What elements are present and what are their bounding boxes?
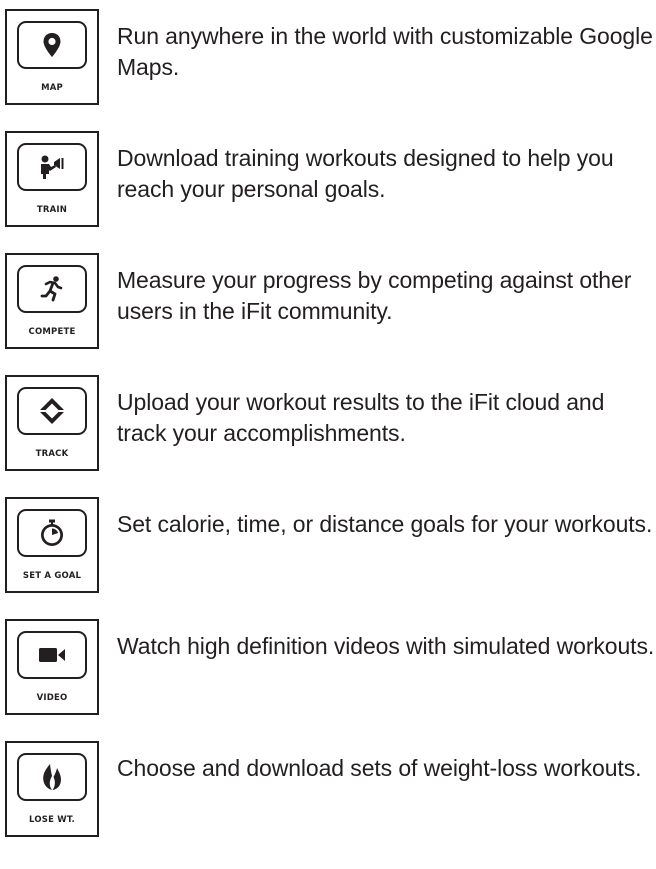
video-key[interactable]: VIDEO xyxy=(5,619,99,715)
video-key-button[interactable] xyxy=(17,631,87,679)
set-a-goal-key-label: SET A GOAL xyxy=(22,571,82,581)
set-a-goal-key[interactable]: SET A GOAL xyxy=(5,497,99,593)
track-key[interactable]: TRACK xyxy=(5,375,99,471)
map-key-button[interactable] xyxy=(17,21,87,69)
map-key-label: MAP xyxy=(41,83,63,93)
compete-key-button[interactable] xyxy=(17,265,87,313)
video-description: Watch high definition videos with simula… xyxy=(117,633,655,659)
map-key[interactable]: MAP xyxy=(5,9,99,105)
set-a-goal-key-button[interactable] xyxy=(17,509,87,557)
runner-icon xyxy=(40,276,63,302)
train-key-label: TRAIN xyxy=(36,205,68,215)
video-key-label: VIDEO xyxy=(36,693,68,703)
feature-set-a-goal: SET A GOAL Set calorie, time, or distanc… xyxy=(0,497,656,607)
trainer-megaphone-icon xyxy=(41,155,64,179)
train-key-button[interactable] xyxy=(17,143,87,191)
sync-arrows-icon xyxy=(40,398,64,424)
feature-track: TRACK Upload your workout results to the… xyxy=(0,375,656,485)
set-a-goal-description: Set calorie, time, or distance goals for… xyxy=(117,511,653,537)
stopwatch-icon xyxy=(41,519,63,546)
feature-map: MAP Run anywhere in the world with custo… xyxy=(0,9,656,119)
compete-description: Measure your progress by competing again… xyxy=(117,267,632,324)
feature-compete: COMPETE Measure your progress by competi… xyxy=(0,253,656,363)
feature-train: TRAIN Download training workouts designe… xyxy=(0,131,656,241)
train-description: Download training workouts designed to h… xyxy=(117,145,614,202)
compete-key[interactable]: COMPETE xyxy=(5,253,99,349)
flame-icon xyxy=(43,764,61,790)
track-description: Upload your workout results to the iFit … xyxy=(117,389,605,446)
feature-lose-weight: LOSE WT. Choose and download sets of wei… xyxy=(0,741,656,851)
lose-weight-key[interactable]: LOSE WT. xyxy=(5,741,99,837)
map-pin-icon xyxy=(43,33,61,57)
compete-key-label: COMPETE xyxy=(28,327,76,337)
feature-video: VIDEO Watch high definition videos with … xyxy=(0,619,656,729)
train-key[interactable]: TRAIN xyxy=(5,131,99,227)
lose-weight-key-button[interactable] xyxy=(17,753,87,801)
video-camera-icon xyxy=(39,648,65,662)
track-key-button[interactable] xyxy=(17,387,87,435)
map-description: Run anywhere in the world with customiza… xyxy=(117,23,653,80)
lose-weight-key-label: LOSE WT. xyxy=(29,815,75,825)
lose-weight-description: Choose and download sets of weight-loss … xyxy=(117,755,642,781)
track-key-label: TRACK xyxy=(35,449,69,459)
